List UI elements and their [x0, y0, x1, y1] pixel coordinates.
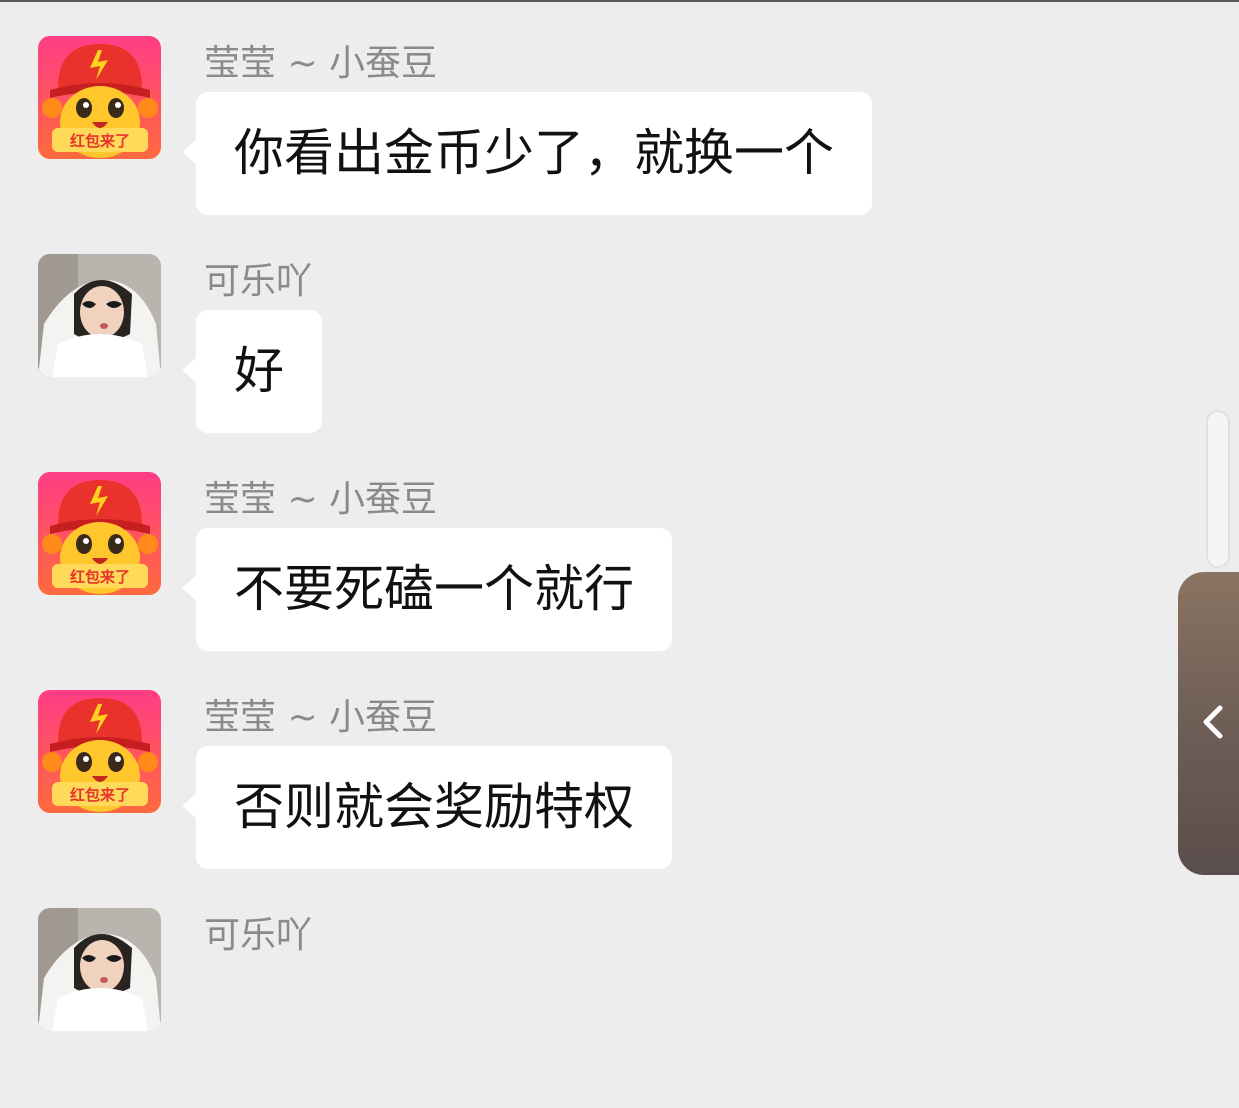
side-panel-toggle[interactable]	[1178, 572, 1239, 875]
chat-message: 红包来了 莹莹 ~ 小蚕豆 否则就会奖励特权	[38, 690, 1138, 890]
message-bubble[interactable]: 否则就会奖励特权	[182, 746, 672, 869]
message-bubble[interactable]: 不要死磕一个就行	[182, 528, 672, 651]
chat-message: 红包来了 莹莹 ~ 小蚕豆 你看出金币少了，就换一个	[38, 36, 1138, 236]
girl-photo-avatar-icon	[38, 908, 161, 1031]
mascot-avatar-icon: 红包来了	[38, 690, 161, 813]
sender-name: 可乐吖	[204, 915, 313, 956]
sender-name: 可乐吖	[204, 261, 313, 302]
sender-name: 莹莹 ~ 小蚕豆	[204, 479, 438, 520]
avatar[interactable]: 红包来了	[38, 36, 161, 159]
mascot-avatar-icon: 红包来了	[38, 36, 161, 159]
avatar[interactable]	[38, 254, 161, 377]
chat-message: 可乐吖 好	[38, 254, 1138, 454]
avatar-caption: 红包来了	[70, 786, 130, 804]
avatar-caption: 红包来了	[70, 568, 130, 586]
avatar[interactable]: 红包来了	[38, 472, 161, 595]
chat-message: 可乐吖	[38, 908, 1138, 1108]
message-bubble[interactable]: 好	[182, 310, 322, 433]
avatar-caption: 红包来了	[70, 132, 130, 150]
sender-name: 莹莹 ~ 小蚕豆	[204, 43, 438, 84]
chat-message: 红包来了 莹莹 ~ 小蚕豆 不要死磕一个就行	[38, 472, 1138, 672]
chevron-left-icon	[1203, 705, 1223, 739]
girl-photo-avatar-icon	[38, 254, 161, 377]
mascot-avatar-icon: 红包来了	[38, 472, 161, 595]
avatar[interactable]: 红包来了	[38, 690, 161, 813]
sender-name: 莹莹 ~ 小蚕豆	[204, 697, 438, 738]
message-bubble[interactable]: 你看出金币少了，就换一个	[182, 92, 872, 215]
avatar[interactable]	[38, 908, 161, 1031]
chat-message-list[interactable]: 红包来了 莹莹 ~ 小蚕豆 你看出金币少了，就换一个 可乐吖 好 红包来了 莹莹…	[0, 0, 1239, 1031]
scrollbar[interactable]	[1206, 410, 1230, 568]
